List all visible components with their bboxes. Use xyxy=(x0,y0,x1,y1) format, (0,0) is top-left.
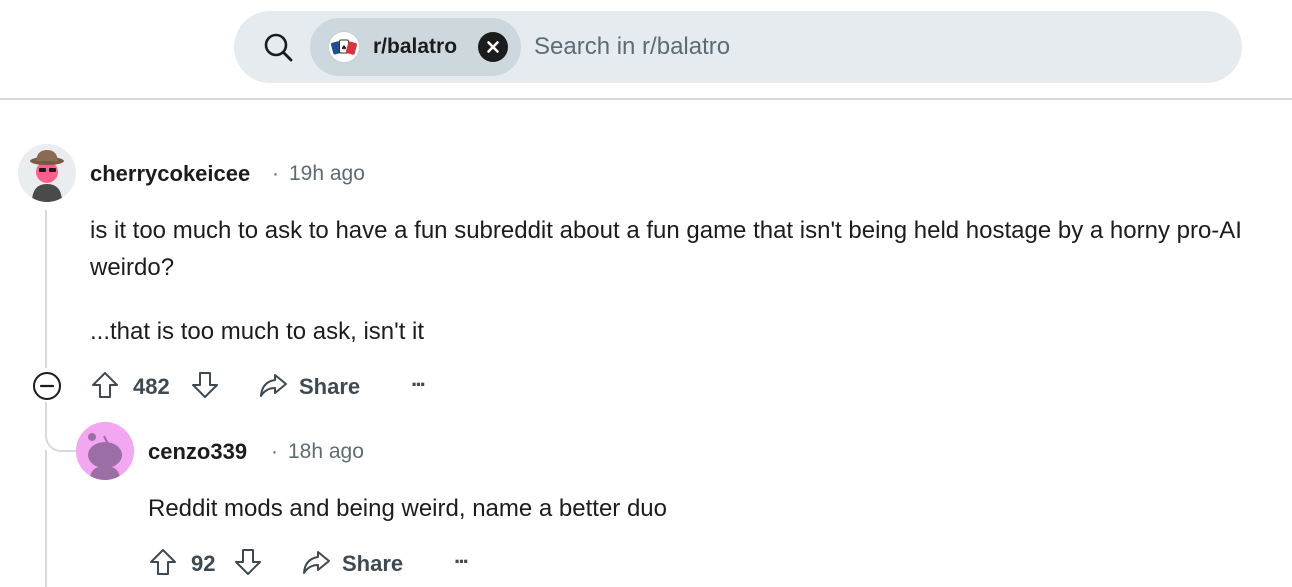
upvote-icon[interactable] xyxy=(148,547,178,577)
upvote-icon[interactable] xyxy=(90,370,120,400)
meta-separator: · xyxy=(271,440,278,463)
community-chip-label: r/balatro xyxy=(373,35,458,58)
thread-line[interactable] xyxy=(45,210,47,368)
downvote-icon[interactable] xyxy=(190,370,220,400)
search-icon[interactable] xyxy=(262,31,294,63)
collapse-thread-button[interactable] xyxy=(32,371,62,401)
comment-author[interactable]: cenzo339 xyxy=(148,439,247,465)
more-options-button[interactable]: ··· xyxy=(411,372,427,398)
community-chip[interactable]: ♠ r/balatro xyxy=(310,18,521,76)
top-bar: ♠ r/balatro xyxy=(0,0,1292,100)
comment-paragraph: ...that is too much to ask, isn't it xyxy=(90,318,425,345)
avatar[interactable] xyxy=(76,422,134,480)
search-input[interactable] xyxy=(534,29,1174,65)
share-icon xyxy=(258,370,288,400)
vote-count: 482 xyxy=(133,374,170,399)
reply-connector xyxy=(45,402,79,452)
share-icon xyxy=(301,547,331,577)
share-button[interactable]: Share xyxy=(258,370,368,402)
meta-separator: · xyxy=(272,162,279,185)
comment-paragraph: Reddit mods and being weird, name a bett… xyxy=(148,495,667,522)
community-avatar: ♠ xyxy=(328,31,360,63)
comment-paragraph: is it too much to ask to have a fun subr… xyxy=(90,217,1242,281)
comment-timestamp[interactable]: 19h ago xyxy=(289,162,365,186)
svg-text:♠: ♠ xyxy=(341,44,347,52)
comment-timestamp[interactable]: 18h ago xyxy=(288,440,364,464)
comment-body: Reddit mods and being weird, name a bett… xyxy=(148,490,1248,527)
comment-author[interactable]: cherrycokeicee xyxy=(90,161,250,187)
avatar[interactable] xyxy=(18,144,76,202)
more-options-button[interactable]: ··· xyxy=(454,549,470,575)
share-label: Share xyxy=(342,551,404,576)
vote-count: 92 xyxy=(191,551,216,576)
comment-body: is it too much to ask to have a fun subr… xyxy=(90,212,1285,350)
share-button[interactable]: Share xyxy=(301,547,411,579)
downvote-icon[interactable] xyxy=(233,547,263,577)
close-icon[interactable] xyxy=(478,32,508,62)
share-label: Share xyxy=(299,374,361,399)
thread-line[interactable] xyxy=(45,450,47,587)
search-bar[interactable]: ♠ r/balatro xyxy=(234,11,1242,83)
